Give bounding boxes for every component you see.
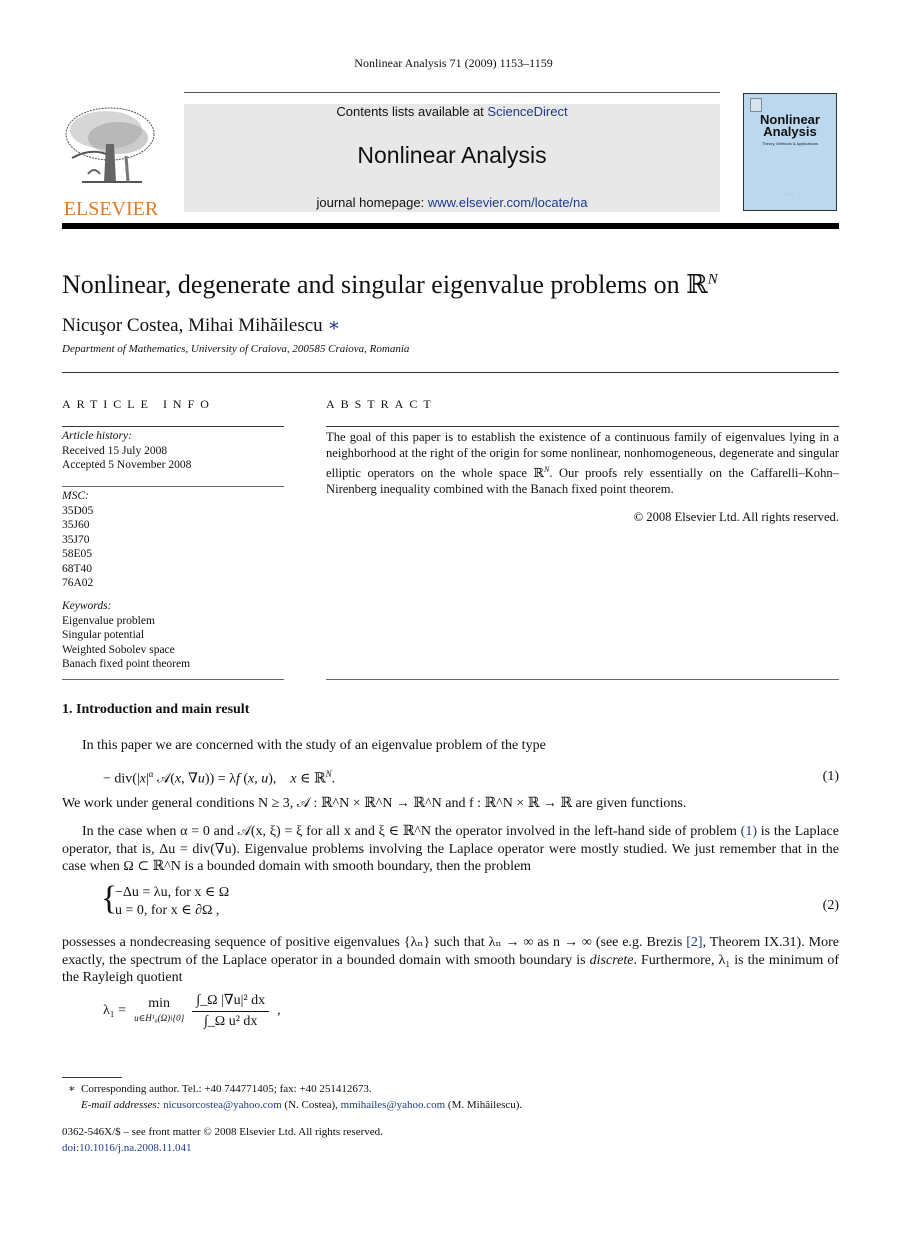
msc-code: 35J60 bbox=[62, 519, 90, 531]
keyword: Singular potential bbox=[62, 629, 145, 641]
spectrum-text-a: possesses a nondecreasing sequence of po… bbox=[62, 935, 687, 950]
keywords-heading: Keywords: bbox=[62, 600, 112, 612]
equation-2-brace: { bbox=[101, 880, 118, 917]
corresponding-footnote: ∗ Corresponding author. Tel.: +40 744771… bbox=[68, 1081, 372, 1097]
title-divider bbox=[62, 372, 839, 373]
header-divider bbox=[62, 223, 839, 229]
abstract-label: ABSTRACT bbox=[326, 397, 437, 411]
cover-subtitle: Theory, Methods & Applications bbox=[762, 141, 818, 146]
elsevier-tree-icon bbox=[65, 107, 155, 183]
msc-heading: MSC: bbox=[62, 490, 89, 502]
article-info-label: ARTICLE INFO bbox=[62, 397, 215, 411]
footnote-mark: ∗ bbox=[68, 1083, 76, 1095]
intro-paragraph: In this paper we are concerned with the … bbox=[82, 738, 546, 753]
article-title-text: Nonlinear, degenerate and singular eigen… bbox=[62, 270, 708, 299]
homepage-link[interactable]: www.elsevier.com/locate/na bbox=[428, 195, 588, 210]
equation-1: − div(|x|α 𝒜(x, ∇u)) = λf (x, u), x ∈ ℝN… bbox=[103, 769, 336, 787]
keyword: Banach fixed point theorem bbox=[62, 658, 191, 670]
equation-ref-1[interactable]: (1) bbox=[741, 824, 757, 839]
homepage-line: journal homepage: www.elsevier.com/locat… bbox=[184, 195, 720, 210]
msc-codes: MSC: 35D05 35J60 35J70 58E05 68T40 76A02 bbox=[62, 489, 284, 591]
accepted-date: Accepted 5 November 2008 bbox=[62, 459, 192, 471]
sciencedirect-link[interactable]: ScienceDirect bbox=[487, 104, 567, 119]
history-heading: Article history: bbox=[62, 430, 132, 442]
equation-2-number: (2) bbox=[822, 898, 839, 913]
rayleigh-numerator: ∫_Ω |∇u|² dx bbox=[192, 992, 270, 1012]
rayleigh-tail: , bbox=[277, 1003, 281, 1018]
spectrum-paragraph: possesses a nondecreasing sequence of po… bbox=[62, 934, 839, 987]
equation-2-line1: −Δu = λu, for x ∈ Ω bbox=[115, 885, 230, 900]
equation-2-line2: u = 0, for x ∈ ∂Ω , bbox=[115, 903, 220, 918]
citation-brezis[interactable]: [2] bbox=[686, 935, 702, 950]
msc-code: 58E05 bbox=[62, 548, 93, 560]
keyword: Weighted Sobolev space bbox=[62, 643, 175, 656]
email-name-costea: (N. Costea), bbox=[281, 1099, 341, 1111]
author-names: Nicuşor Costea, Mihai Mihăilescu bbox=[62, 315, 323, 336]
contents-line: Contents lists available at ScienceDirec… bbox=[184, 104, 720, 119]
abstract-copyright: © 2008 Elsevier Ltd. All rights reserved… bbox=[633, 510, 839, 524]
email-link-mihailescu[interactable]: mmihailes@yahoo.com bbox=[341, 1099, 446, 1111]
journal-banner: Contents lists available at ScienceDirec… bbox=[184, 104, 720, 212]
contents-prefix: Contents lists available at bbox=[336, 104, 488, 119]
spectrum-emphasis: discrete bbox=[589, 952, 634, 968]
laplace-paragraph: In the case when α = 0 and 𝒜(x, ξ) = ξ f… bbox=[62, 823, 839, 876]
received-date: Received 15 July 2008 bbox=[62, 444, 168, 457]
top-rule bbox=[184, 92, 720, 93]
cover-footer: · · · bbox=[786, 192, 794, 197]
laplace-text-a: In the case when α = 0 and 𝒜(x, ξ) = ξ f… bbox=[82, 824, 741, 839]
affiliation: Department of Mathematics, University of… bbox=[62, 343, 410, 355]
msc-code: 68T40 bbox=[62, 562, 93, 575]
cover-publisher-icon bbox=[750, 98, 762, 112]
journal-cover-thumbnail[interactable]: Nonlinear Analysis Theory, Methods & Appl… bbox=[743, 93, 837, 211]
rayleigh-min-domain: u∈H¹₀(Ω)\{0} bbox=[134, 1013, 185, 1023]
rayleigh-quotient: λ₁ = min u∈H¹₀(Ω)\{0} ∫_Ω |∇u|² dx ∫_Ω u… bbox=[103, 992, 281, 1030]
elsevier-wordmark: ELSEVIER bbox=[63, 198, 159, 220]
doi-link[interactable]: doi:10.1016/j.na.2008.11.041 bbox=[62, 1140, 191, 1156]
homepage-prefix: journal homepage: bbox=[316, 195, 428, 210]
keywords: Keywords: Eigenvalue problem Singular po… bbox=[62, 599, 284, 672]
abstract-divider bbox=[326, 426, 839, 427]
rayleigh-fraction: ∫_Ω |∇u|² dx ∫_Ω u² dx bbox=[192, 992, 270, 1030]
equation-2: { −Δu = λu, for x ∈ Ω u = 0, for x ∈ ∂Ω … bbox=[101, 880, 230, 920]
rayleigh-lhs: λ₁ = bbox=[103, 1003, 127, 1018]
issn-line: 0362-546X/$ – see front matter © 2008 El… bbox=[62, 1126, 383, 1138]
email-footnote: E-mail addresses: nicusorcostea@yahoo.co… bbox=[81, 1097, 522, 1113]
section-heading: 1. Introduction and main result bbox=[62, 702, 250, 717]
article-history: Article history: Received 15 July 2008 A… bbox=[62, 429, 284, 473]
equation-1-number: (1) bbox=[822, 769, 839, 784]
abstract-bottom-rule bbox=[326, 679, 839, 680]
cover-title-line2: Analysis bbox=[763, 124, 817, 139]
history-divider bbox=[62, 486, 284, 487]
msc-code: 35J70 bbox=[62, 533, 90, 546]
keyword: Eigenvalue problem bbox=[62, 614, 155, 627]
authors: Nicuşor Costea, Mihai Mihăilescu ∗ bbox=[62, 314, 340, 337]
email-label: E-mail addresses: bbox=[81, 1099, 164, 1111]
running-head: Nonlinear Analysis 71 (2009) 1153–1159 bbox=[354, 56, 553, 70]
footnote-rule bbox=[62, 1077, 122, 1078]
rayleigh-min-op: min bbox=[148, 996, 171, 1011]
elsevier-logo[interactable]: ELSEVIER bbox=[62, 104, 160, 220]
conditions-paragraph: We work under general conditions N ≥ 3, … bbox=[62, 796, 687, 811]
email-name-mihailescu: (M. Mihăilescu). bbox=[445, 1099, 523, 1111]
article-title-sup: N bbox=[707, 271, 718, 288]
footnote-contact: Corresponding author. Tel.: +40 74477140… bbox=[80, 1083, 372, 1095]
article-info-bottom-rule bbox=[62, 679, 284, 680]
abstract-text: The goal of this paper is to establish t… bbox=[326, 430, 839, 497]
rayleigh-min: min u∈H¹₀(Ω)\{0} bbox=[134, 997, 184, 1025]
email-link-costea[interactable]: nicusorcostea@yahoo.com bbox=[163, 1099, 282, 1111]
journal-name: Nonlinear Analysis bbox=[357, 142, 547, 168]
msc-code: 76A02 bbox=[62, 577, 94, 589]
article-info-divider bbox=[62, 426, 284, 427]
rayleigh-denominator: ∫_Ω u² dx bbox=[203, 1014, 258, 1029]
corresponding-author-mark[interactable]: ∗ bbox=[327, 315, 340, 336]
msc-code: 35D05 bbox=[62, 504, 94, 517]
article-title: Nonlinear, degenerate and singular eigen… bbox=[62, 270, 718, 300]
cover-title: Nonlinear Analysis bbox=[744, 113, 836, 139]
